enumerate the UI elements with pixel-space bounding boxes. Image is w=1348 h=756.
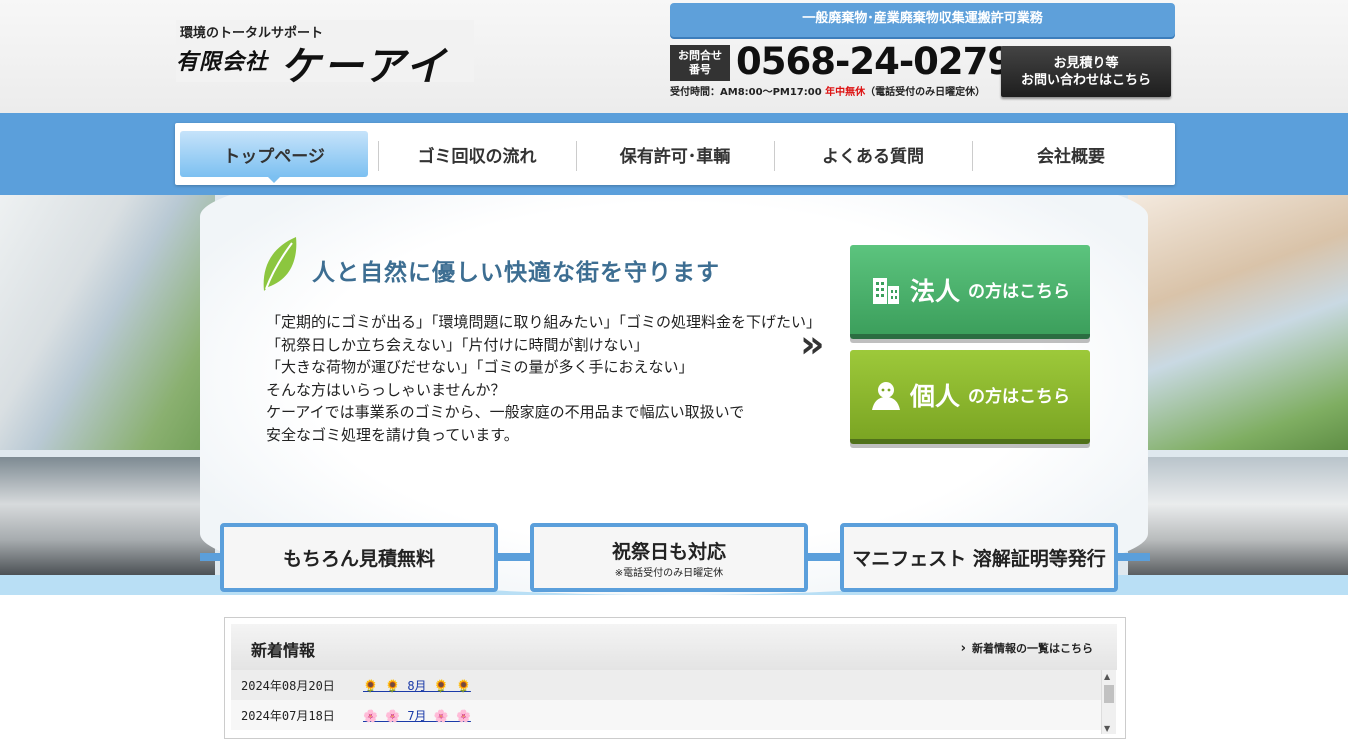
nav-item-collection-flow[interactable]: ゴミ回収の流れ bbox=[378, 131, 576, 177]
nav-item-top[interactable]: トップページ bbox=[180, 131, 369, 183]
feature-title: もちろん見積無料 bbox=[282, 548, 435, 570]
phone-number[interactable]: 0568-24-0279 bbox=[736, 40, 1013, 83]
leaf-icon bbox=[263, 237, 297, 291]
business-hours: 受付時間：AM8:00〜PM17:00 年中無休（電話受付のみ日曜定休） bbox=[670, 83, 985, 98]
hero-line: そんな方はいらっしゃいませんか？ bbox=[266, 380, 506, 399]
individual-label: 個人 bbox=[909, 381, 960, 411]
news-date: 2024年07月18日 bbox=[241, 708, 335, 723]
scroll-down-icon[interactable]: ▼ bbox=[1104, 724, 1110, 733]
news-title: 新着情報 bbox=[251, 641, 316, 660]
logo-company-type: 有限会社 bbox=[176, 50, 269, 75]
news-link[interactable]: 🌸 🌸 7月 🌸 🌸 bbox=[363, 707, 471, 724]
hero-line: ケーアイでは事業系のゴミから、一般家庭の不用品まで幅広い取扱いで bbox=[266, 403, 745, 422]
hero-line: 「大きな荷物が運びだせない」「ゴミの量が多く手におえない」 bbox=[266, 358, 694, 377]
tel-label-line1: お問合せ bbox=[678, 49, 722, 62]
estimate-contact-button[interactable]: お見積り等 お問い合わせはこちら bbox=[1001, 46, 1171, 97]
laundry-child-photo bbox=[0, 195, 215, 450]
news-link[interactable]: 🌻 🌻 8月 🌻 🌻 bbox=[363, 677, 471, 694]
feature-note: ※電話受付のみ日曜定休 bbox=[614, 567, 724, 579]
tel-label-line2: 番号 bbox=[689, 63, 711, 76]
news-list-link[interactable]: 新着情報の一覧はこちら bbox=[961, 640, 1093, 656]
truck-photo-right bbox=[1128, 457, 1348, 575]
building-icon bbox=[872, 277, 899, 304]
nav-item-company[interactable]: 会社概要 bbox=[972, 131, 1170, 177]
feature-title: マニフェスト 溶解証明等発行 bbox=[852, 548, 1106, 570]
logo-brand-name: ケーアイ bbox=[280, 44, 449, 90]
scroll-up-icon[interactable]: ▲ bbox=[1104, 672, 1110, 681]
tel-label: お問合せ 番号 bbox=[670, 45, 730, 81]
news-header: 新着情報 新着情報の一覧はこちら bbox=[231, 624, 1117, 670]
feature-holidays: 祝祭日も対応 ※電話受付のみ日曜定休 bbox=[530, 523, 808, 592]
double-chevron-icon: » bbox=[800, 322, 825, 366]
nav-item-licenses-vehicles[interactable]: 保有許可･車輌 bbox=[576, 131, 774, 177]
license-banner: 一般廃棄物･産業廃棄物収集運搬許可業務 bbox=[670, 3, 1175, 37]
news-scrollbar[interactable]: ▲ ▼ bbox=[1101, 670, 1116, 734]
feature-manifest: マニフェスト 溶解証明等発行 bbox=[840, 523, 1118, 592]
feature-title: 祝祭日も対応 bbox=[611, 540, 726, 563]
hours-prefix: 受付時間：AM8:00〜PM17:00 bbox=[670, 87, 826, 98]
news-row: 2024年07月18日 🌸 🌸 7月 🌸 🌸 bbox=[231, 700, 1101, 730]
news-box: 新着情報 新着情報の一覧はこちら 2024年08月20日 🌻 🌻 8月 🌻 🌻 … bbox=[224, 617, 1126, 739]
person-icon bbox=[871, 381, 900, 410]
site-header: 環境のトータルサポート 有限会社 ケーアイ 一般廃棄物･産業廃棄物収集運搬許可業… bbox=[0, 0, 1348, 113]
hours-open-all-year: 年中無休 bbox=[825, 87, 866, 98]
main-nav: トップページ ゴミ回収の流れ 保有許可･車輌 よくある質問 会社概要 bbox=[175, 123, 1175, 185]
news-date: 2024年08月20日 bbox=[241, 678, 335, 693]
hero-line: 安全なゴミ処理を請け負っています。 bbox=[266, 425, 519, 444]
feature-free-estimate: もちろん見積無料 bbox=[220, 523, 498, 592]
page: 環境のトータルサポート 有限会社 ケーアイ 一般廃棄物･産業廃棄物収集運搬許可業… bbox=[0, 0, 1348, 756]
estimate-line1: お見積り等 bbox=[1053, 56, 1119, 71]
individual-button[interactable]: 個人 の方はこちら bbox=[850, 350, 1090, 444]
corporate-label: 法人 bbox=[909, 276, 960, 306]
individual-sub-label: の方はこちら bbox=[968, 387, 1070, 407]
nav-item-faq[interactable]: よくある質問 bbox=[774, 131, 972, 177]
hero-line: 「祝祭日しか立ち会えない」「片付けに時間が割けない」 bbox=[266, 335, 649, 354]
hero-tagline: 人と自然に優しい快適な街を守ります bbox=[312, 259, 720, 286]
news-row: 2024年08月20日 🌻 🌻 8月 🌻 🌻 bbox=[231, 670, 1101, 700]
truck-photo-left bbox=[0, 457, 215, 575]
hero-description: 「定期的にゴミが出る」「環境問題に取り組みたい」「ゴミの処理料金を下げたい」 「… bbox=[266, 311, 821, 447]
corporate-button[interactable]: 法人 の方はこちら bbox=[850, 245, 1090, 339]
corporate-sub-label: の方はこちら bbox=[968, 282, 1070, 302]
estimate-line2: お問い合わせはこちら bbox=[1020, 73, 1151, 88]
hours-suffix: （電話受付のみ日曜定休） bbox=[865, 87, 986, 98]
company-logo[interactable]: 環境のトータルサポート 有限会社 ケーアイ bbox=[176, 20, 474, 90]
family-photo bbox=[1128, 195, 1348, 450]
hero-line: 「定期的にゴミが出る」「環境問題に取り組みたい」「ゴミの処理料金を下げたい」 bbox=[266, 313, 822, 331]
scroll-thumb[interactable] bbox=[1104, 685, 1114, 703]
